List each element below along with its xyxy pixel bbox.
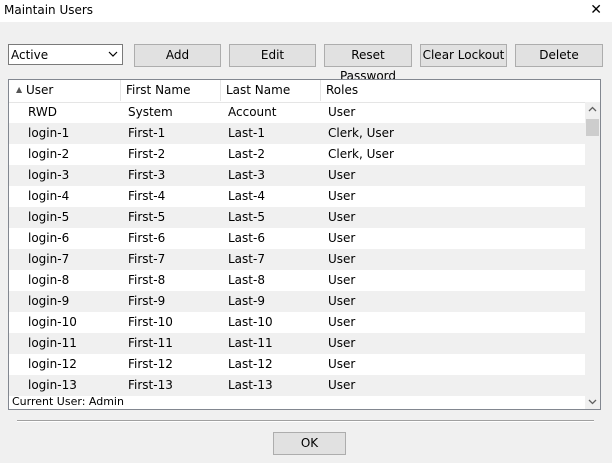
cell-roles: User xyxy=(328,189,356,203)
current-user-label: Current User: Admin xyxy=(12,395,124,408)
cell-user: login-12 xyxy=(28,357,77,371)
table-row[interactable]: login-11 First-11 Last-11 User xyxy=(9,333,586,354)
status-filter-value: Active xyxy=(11,48,49,62)
column-header-first-name[interactable]: First Name xyxy=(121,80,221,101)
cell-roles: User xyxy=(328,357,356,371)
cell-last-name: Account xyxy=(228,105,277,119)
cell-user: login-2 xyxy=(28,147,70,161)
edit-button[interactable]: Edit xyxy=(229,44,316,67)
chevron-down-icon xyxy=(108,51,118,57)
cell-roles: User xyxy=(328,378,356,392)
cell-user: login-9 xyxy=(28,294,70,308)
cell-last-name: Last-10 xyxy=(228,315,273,329)
cell-roles: User xyxy=(328,273,356,287)
table-row[interactable]: login-12 First-12 Last-12 User xyxy=(9,354,586,375)
clear-lockout-button[interactable]: Clear Lockout xyxy=(420,44,507,67)
table-row[interactable]: login-6 First-6 Last-6 User xyxy=(9,228,586,249)
cell-last-name: Last-8 xyxy=(228,273,265,287)
cell-user: login-6 xyxy=(28,231,70,245)
close-icon[interactable]: ✕ xyxy=(590,2,602,18)
cell-first-name: First-9 xyxy=(128,294,166,308)
cell-roles: Clerk, User xyxy=(328,126,394,140)
table-row[interactable]: login-9 First-9 Last-9 User xyxy=(9,291,586,312)
table-row[interactable]: login-4 First-4 Last-4 User xyxy=(9,186,586,207)
cell-user: login-10 xyxy=(28,315,77,329)
table-row[interactable]: login-13 First-13 Last-13 User xyxy=(9,375,586,396)
column-header-user[interactable]: User xyxy=(21,80,121,101)
cell-roles: User xyxy=(328,294,356,308)
cell-last-name: Last-13 xyxy=(228,378,273,392)
cell-user: login-13 xyxy=(28,378,77,392)
column-header-roles[interactable]: Roles xyxy=(321,80,586,101)
cell-roles: User xyxy=(328,168,356,182)
table-row[interactable]: RWD System Account User xyxy=(9,102,586,123)
cell-last-name: Last-12 xyxy=(228,357,273,371)
cell-last-name: Last-1 xyxy=(228,126,265,140)
scroll-up-icon[interactable] xyxy=(585,102,600,117)
table-row[interactable]: login-2 First-2 Last-2 Clerk, User xyxy=(9,144,586,165)
window-title: Maintain Users xyxy=(4,3,94,17)
add-button[interactable]: Add xyxy=(134,44,221,67)
cell-last-name: Last-5 xyxy=(228,210,265,224)
cell-first-name: First-7 xyxy=(128,252,166,266)
cell-user: login-5 xyxy=(28,210,70,224)
scroll-down-icon[interactable] xyxy=(585,394,600,409)
vertical-scrollbar[interactable] xyxy=(585,102,600,409)
cell-first-name: First-8 xyxy=(128,273,166,287)
delete-button[interactable]: Delete xyxy=(515,44,603,67)
cell-roles: User xyxy=(328,231,356,245)
cell-roles: User xyxy=(328,315,356,329)
cell-roles: User xyxy=(328,336,356,350)
cell-user: login-4 xyxy=(28,189,70,203)
users-grid[interactable]: ▲ User First Name Last Name Roles RWD Sys… xyxy=(8,79,601,410)
cell-first-name: First-6 xyxy=(128,231,166,245)
column-header-last-name[interactable]: Last Name xyxy=(221,80,321,101)
cell-last-name: Last-7 xyxy=(228,252,265,266)
cell-first-name: First-11 xyxy=(128,336,173,350)
cell-last-name: Last-2 xyxy=(228,147,265,161)
separator xyxy=(17,420,594,422)
table-row[interactable]: login-3 First-3 Last-3 User xyxy=(9,165,586,186)
cell-first-name: First-3 xyxy=(128,168,166,182)
cell-user: login-3 xyxy=(28,168,70,182)
table-row[interactable]: login-1 First-1 Last-1 Clerk, User xyxy=(9,123,586,144)
status-filter-dropdown[interactable]: Active xyxy=(8,44,123,65)
cell-first-name: First-1 xyxy=(128,126,166,140)
cell-first-name: First-2 xyxy=(128,147,166,161)
ok-button[interactable]: OK xyxy=(273,432,346,455)
cell-last-name: Last-4 xyxy=(228,189,265,203)
reset-password-button[interactable]: Reset Password xyxy=(324,44,412,83)
cell-user: login-1 xyxy=(28,126,70,140)
cell-last-name: Last-11 xyxy=(228,336,273,350)
table-row[interactable]: login-10 First-10 Last-10 User xyxy=(9,312,586,333)
cell-first-name: First-4 xyxy=(128,189,166,203)
dialog-body: Active Add Edit Reset Password Clear Loc… xyxy=(0,22,612,463)
cell-roles: User xyxy=(328,252,356,266)
cell-user: RWD xyxy=(28,105,57,119)
cell-first-name: First-12 xyxy=(128,357,173,371)
cell-roles: User xyxy=(328,210,356,224)
table-row[interactable]: login-7 First-7 Last-7 User xyxy=(9,249,586,270)
cell-first-name: First-10 xyxy=(128,315,173,329)
cell-last-name: Last-9 xyxy=(228,294,265,308)
cell-user: login-11 xyxy=(28,336,77,350)
table-row[interactable]: login-8 First-8 Last-8 User xyxy=(9,270,586,291)
cell-first-name: First-5 xyxy=(128,210,166,224)
cell-first-name: System xyxy=(128,105,173,119)
cell-user: login-8 xyxy=(28,273,70,287)
cell-last-name: Last-6 xyxy=(228,231,265,245)
grid-header: ▲ User First Name Last Name Roles xyxy=(9,80,586,103)
cell-last-name: Last-3 xyxy=(228,168,265,182)
table-row[interactable]: login-5 First-5 Last-5 User xyxy=(9,207,586,228)
title-bar: Maintain Users ✕ xyxy=(0,0,612,22)
cell-user: login-7 xyxy=(28,252,70,266)
cell-roles: User xyxy=(328,105,356,119)
cell-first-name: First-13 xyxy=(128,378,173,392)
cell-roles: Clerk, User xyxy=(328,147,394,161)
scrollbar-thumb[interactable] xyxy=(586,119,599,136)
